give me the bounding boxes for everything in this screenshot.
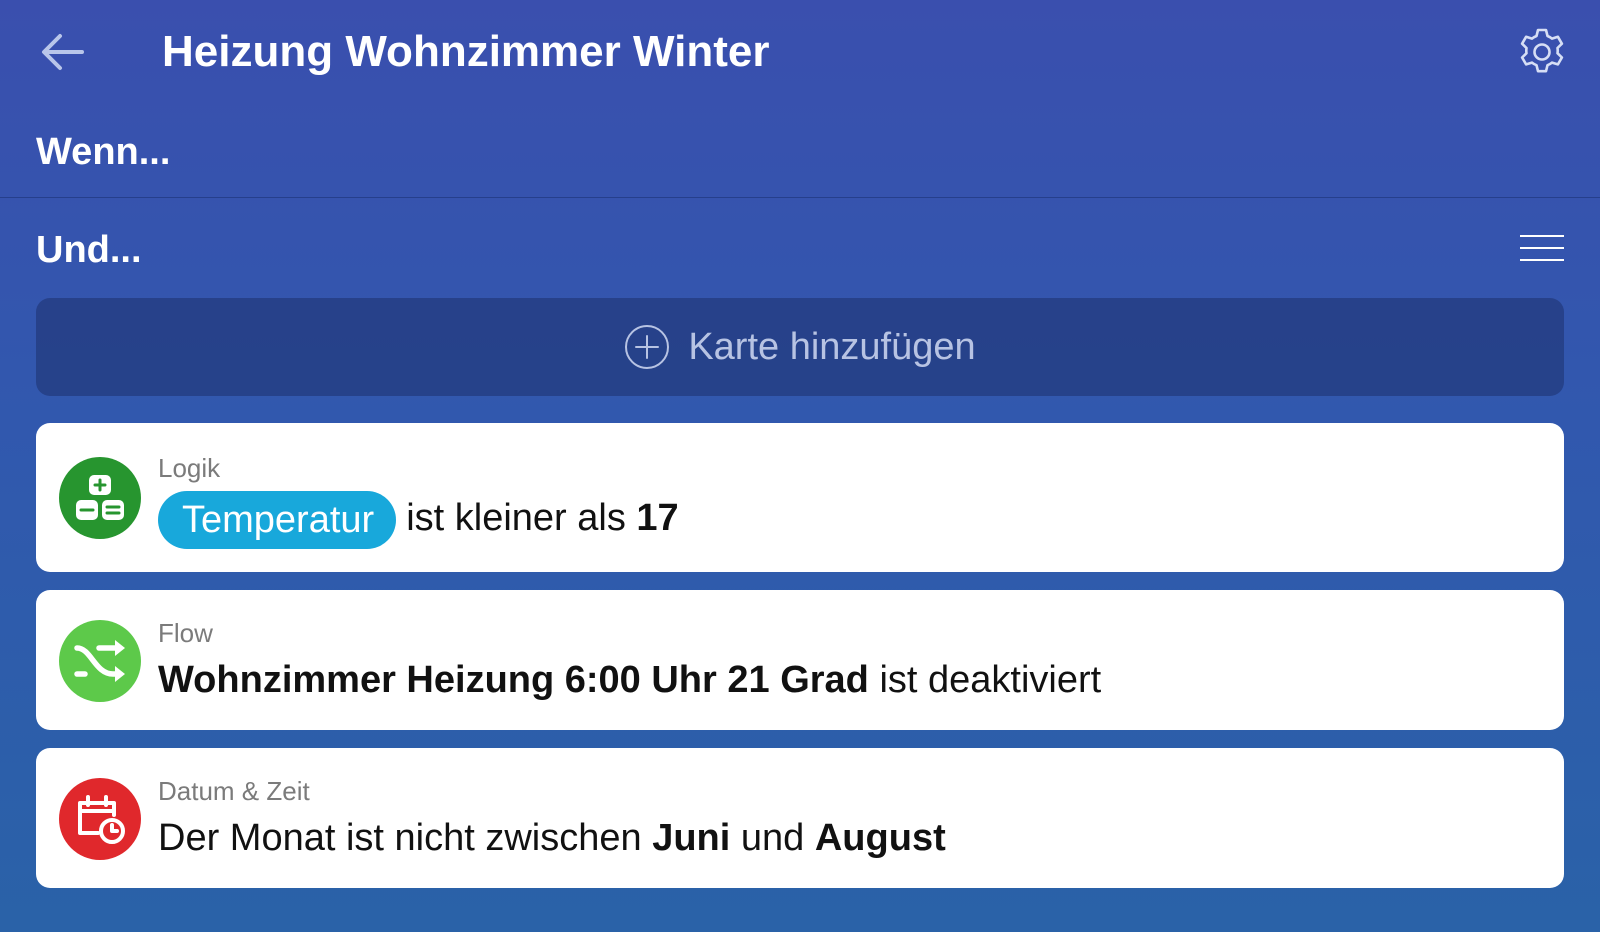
condition-between-text: und: [740, 817, 805, 859]
condition-value[interactable]: 17: [636, 497, 678, 539]
card-category: Flow: [158, 618, 213, 648]
month-to-value[interactable]: August: [815, 817, 946, 859]
calendar-clock-icon: [78, 795, 125, 844]
reorder-menu-button[interactable]: [1520, 233, 1564, 263]
logic-calculator-icon: [76, 475, 124, 520]
menu-line-icon: [1520, 247, 1564, 249]
card-category: Datum & Zeit: [158, 776, 310, 806]
condition-operator-text: ist kleiner als: [406, 497, 626, 539]
app-header: Heizung Wohnzimmer Winter: [0, 0, 1600, 104]
condition-prefix-text: Der Monat ist nicht zwischen: [158, 817, 642, 859]
condition-card-date-time[interactable]: Datum & Zeit Der Monat ist nicht zwische…: [36, 748, 1564, 888]
add-card-label: Karte hinzufügen: [688, 325, 976, 368]
flow-name[interactable]: Wohnzimmer Heizung 6:00 Uhr 21 Grad: [158, 659, 869, 701]
menu-line-icon: [1520, 235, 1564, 237]
gear-icon: [1520, 28, 1564, 73]
month-from-value[interactable]: Juni: [652, 817, 730, 859]
page-title: Heizung Wohnzimmer Winter: [162, 27, 770, 76]
settings-button[interactable]: [1514, 24, 1570, 80]
arrow-left-icon: [42, 34, 84, 70]
menu-line-icon: [1520, 259, 1564, 261]
card-condition-text: Der Monat ist nicht zwischen Juni und Au…: [158, 814, 946, 862]
variable-token[interactable]: Temperatur: [158, 490, 397, 549]
card-condition-text: Wohnzimmer Heizung 6:00 Uhr 21 Grad ist …: [158, 656, 1101, 704]
section-when-label: Wenn...: [36, 131, 171, 173]
card-category: Logik: [158, 453, 221, 483]
date-time-icon-badge: [59, 778, 141, 860]
logic-icon-badge: [59, 457, 141, 539]
shuffle-flow-icon: [74, 640, 125, 682]
plus-circle-icon: [625, 325, 670, 369]
flow-icon-badge: [59, 620, 141, 702]
condition-card-flow[interactable]: Flow Wohnzimmer Heizung 6:00 Uhr 21 Grad…: [36, 590, 1564, 730]
add-card-button[interactable]: Karte hinzufügen: [36, 298, 1564, 396]
flow-state-text: ist deaktiviert: [879, 659, 1102, 701]
back-button[interactable]: [38, 30, 86, 74]
section-and-label: Und...: [36, 229, 142, 271]
condition-card-logic[interactable]: Logik Temperatur ist kleiner als 17: [36, 423, 1564, 572]
section-divider: [0, 197, 1600, 198]
card-condition-text: Temperatur ist kleiner als 17: [158, 489, 679, 549]
